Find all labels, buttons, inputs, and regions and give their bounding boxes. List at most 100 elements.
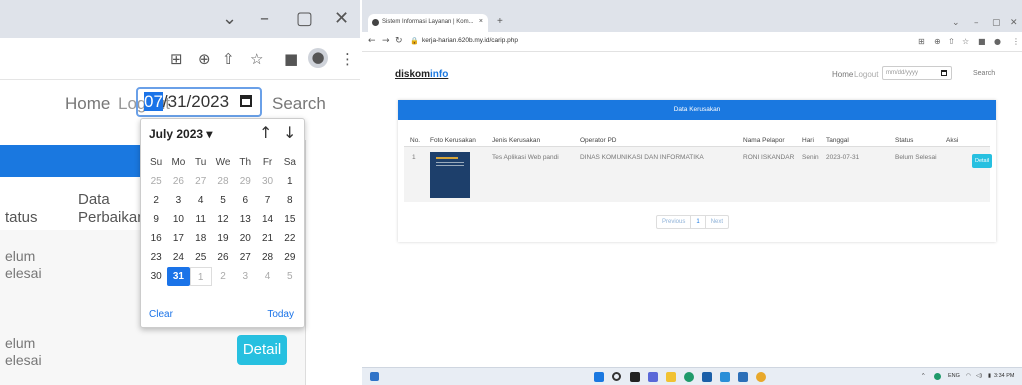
day-cell[interactable]: 28 [212,172,234,191]
day-cell[interactable]: 2 [145,191,167,210]
mail-icon[interactable] [738,372,748,382]
detail-button[interactable]: Detail [972,154,992,168]
prev-month-icon[interactable]: ↑ [259,123,272,142]
day-cell[interactable]: 8 [279,191,301,210]
minimize-button[interactable]: – [974,18,979,28]
browser-tab[interactable]: Sistem Informasi Layanan | Kom... × [368,14,488,32]
url-field[interactable]: kerja-harian.620b.my.id/carip.php [422,37,518,44]
day-cell[interactable]: 29 [234,172,256,191]
profile-avatar-icon[interactable]: ● [308,48,328,68]
home-link[interactable]: Home [65,94,110,114]
app-icon[interactable] [720,372,730,382]
damage-photo-thumbnail[interactable] [430,152,470,198]
pager-page[interactable]: 1 [691,216,706,228]
tab-list-button[interactable]: ⌄ [952,18,960,28]
zoom-icon[interactable]: ⊕ [934,37,941,46]
day-cell-selected[interactable]: 31 [167,267,190,286]
day-cell[interactable]: 24 [167,248,189,267]
maximize-button[interactable]: ▢ [296,8,313,29]
widgets-icon[interactable] [370,372,379,381]
reload-icon[interactable]: ↻ [395,36,403,46]
translate-icon[interactable]: ⊞ [918,37,925,46]
site-logo[interactable]: diskominfo [395,69,448,80]
day-cell[interactable]: 19 [212,229,234,248]
calendar-icon[interactable] [240,95,252,107]
clock[interactable]: 3:34 PM [994,373,1014,379]
detail-button[interactable]: Detail [237,335,287,365]
day-cell[interactable]: 22 [279,229,301,248]
zoom-icon[interactable]: ⊕ [198,50,211,68]
lock-icon[interactable]: 🔒 [410,37,419,45]
chrome-icon[interactable] [756,372,766,382]
day-cell[interactable]: 5 [212,191,234,210]
day-cell[interactable]: 5 [279,267,301,286]
chat-icon[interactable] [648,372,658,382]
volume-icon[interactable]: ◁) [976,373,982,379]
search-button[interactable]: Search [973,70,995,77]
day-cell[interactable]: 27 [190,172,212,191]
date-month-segment[interactable]: 07 [144,92,163,111]
sidepanel-icon[interactable]: ■ [284,50,298,68]
search-icon[interactable] [612,372,621,381]
day-cell[interactable]: 14 [256,210,278,229]
month-select[interactable]: July 2023 ▾ [149,127,212,141]
menu-kebab-icon[interactable]: ⋮ [340,50,355,68]
day-cell[interactable]: 26 [167,172,189,191]
day-cell[interactable]: 10 [167,210,189,229]
day-cell[interactable]: 7 [256,191,278,210]
day-cell[interactable]: 1 [279,172,301,191]
share-icon[interactable]: ⇧ [222,50,235,68]
day-cell[interactable]: 9 [145,210,167,229]
battery-icon[interactable]: ▮ [988,373,991,379]
day-cell[interactable]: 6 [234,191,256,210]
bookmark-star-icon[interactable]: ☆ [250,50,263,68]
store-icon[interactable] [702,372,712,382]
day-cell[interactable]: 23 [145,248,167,267]
back-icon[interactable]: ← [368,36,376,46]
day-cell[interactable]: 3 [167,191,189,210]
day-cell[interactable]: 16 [145,229,167,248]
day-cell[interactable]: 25 [145,172,167,191]
pager-next[interactable]: Next [706,216,728,228]
network-icon[interactable]: ◠ [966,373,971,379]
day-cell[interactable]: 28 [256,248,278,267]
day-cell[interactable]: 17 [167,229,189,248]
day-cell[interactable]: 1 [189,267,212,286]
logout-link[interactable]: Logout [854,70,878,79]
day-cell[interactable]: 30 [145,267,167,286]
home-link[interactable]: Home [832,70,853,79]
taskview-icon[interactable] [630,372,640,382]
minimize-button[interactable]: – [260,8,269,29]
day-cell[interactable]: 26 [212,248,234,267]
pager-previous[interactable]: Previous [657,216,692,228]
edge-icon[interactable] [684,372,694,382]
translate-icon[interactable]: ⊞ [170,50,183,68]
calendar-icon[interactable] [941,70,947,76]
day-cell[interactable]: 18 [190,229,212,248]
clear-button[interactable]: Clear [149,309,173,320]
day-cell[interactable]: 15 [279,210,301,229]
day-cell[interactable]: 11 [190,210,212,229]
day-cell[interactable]: 27 [234,248,256,267]
day-cell[interactable]: 4 [256,267,278,286]
new-tab-button[interactable]: + [497,16,503,27]
next-month-icon[interactable]: ↓ [283,123,296,142]
date-input[interactable]: 07/31/2023 [136,87,262,117]
tray-app-icon[interactable] [934,373,941,380]
tab-list-button[interactable]: ⌄ [222,8,237,29]
day-cell[interactable]: 4 [190,191,212,210]
day-cell[interactable]: 20 [234,229,256,248]
start-icon[interactable] [594,372,604,382]
tab-close-icon[interactable]: × [479,18,483,25]
maximize-button[interactable]: ▢ [992,18,1001,28]
day-cell[interactable]: 13 [234,210,256,229]
day-cell[interactable]: 29 [279,248,301,267]
day-cell[interactable]: 12 [212,210,234,229]
day-cell[interactable]: 3 [234,267,256,286]
forward-icon[interactable]: → [382,36,390,46]
date-input[interactable]: mm/dd/yyyy [882,66,952,80]
day-cell[interactable]: 2 [212,267,234,286]
file-explorer-icon[interactable] [666,372,676,382]
language-indicator[interactable]: ENG [948,373,960,379]
search-button[interactable]: Search [272,94,326,114]
